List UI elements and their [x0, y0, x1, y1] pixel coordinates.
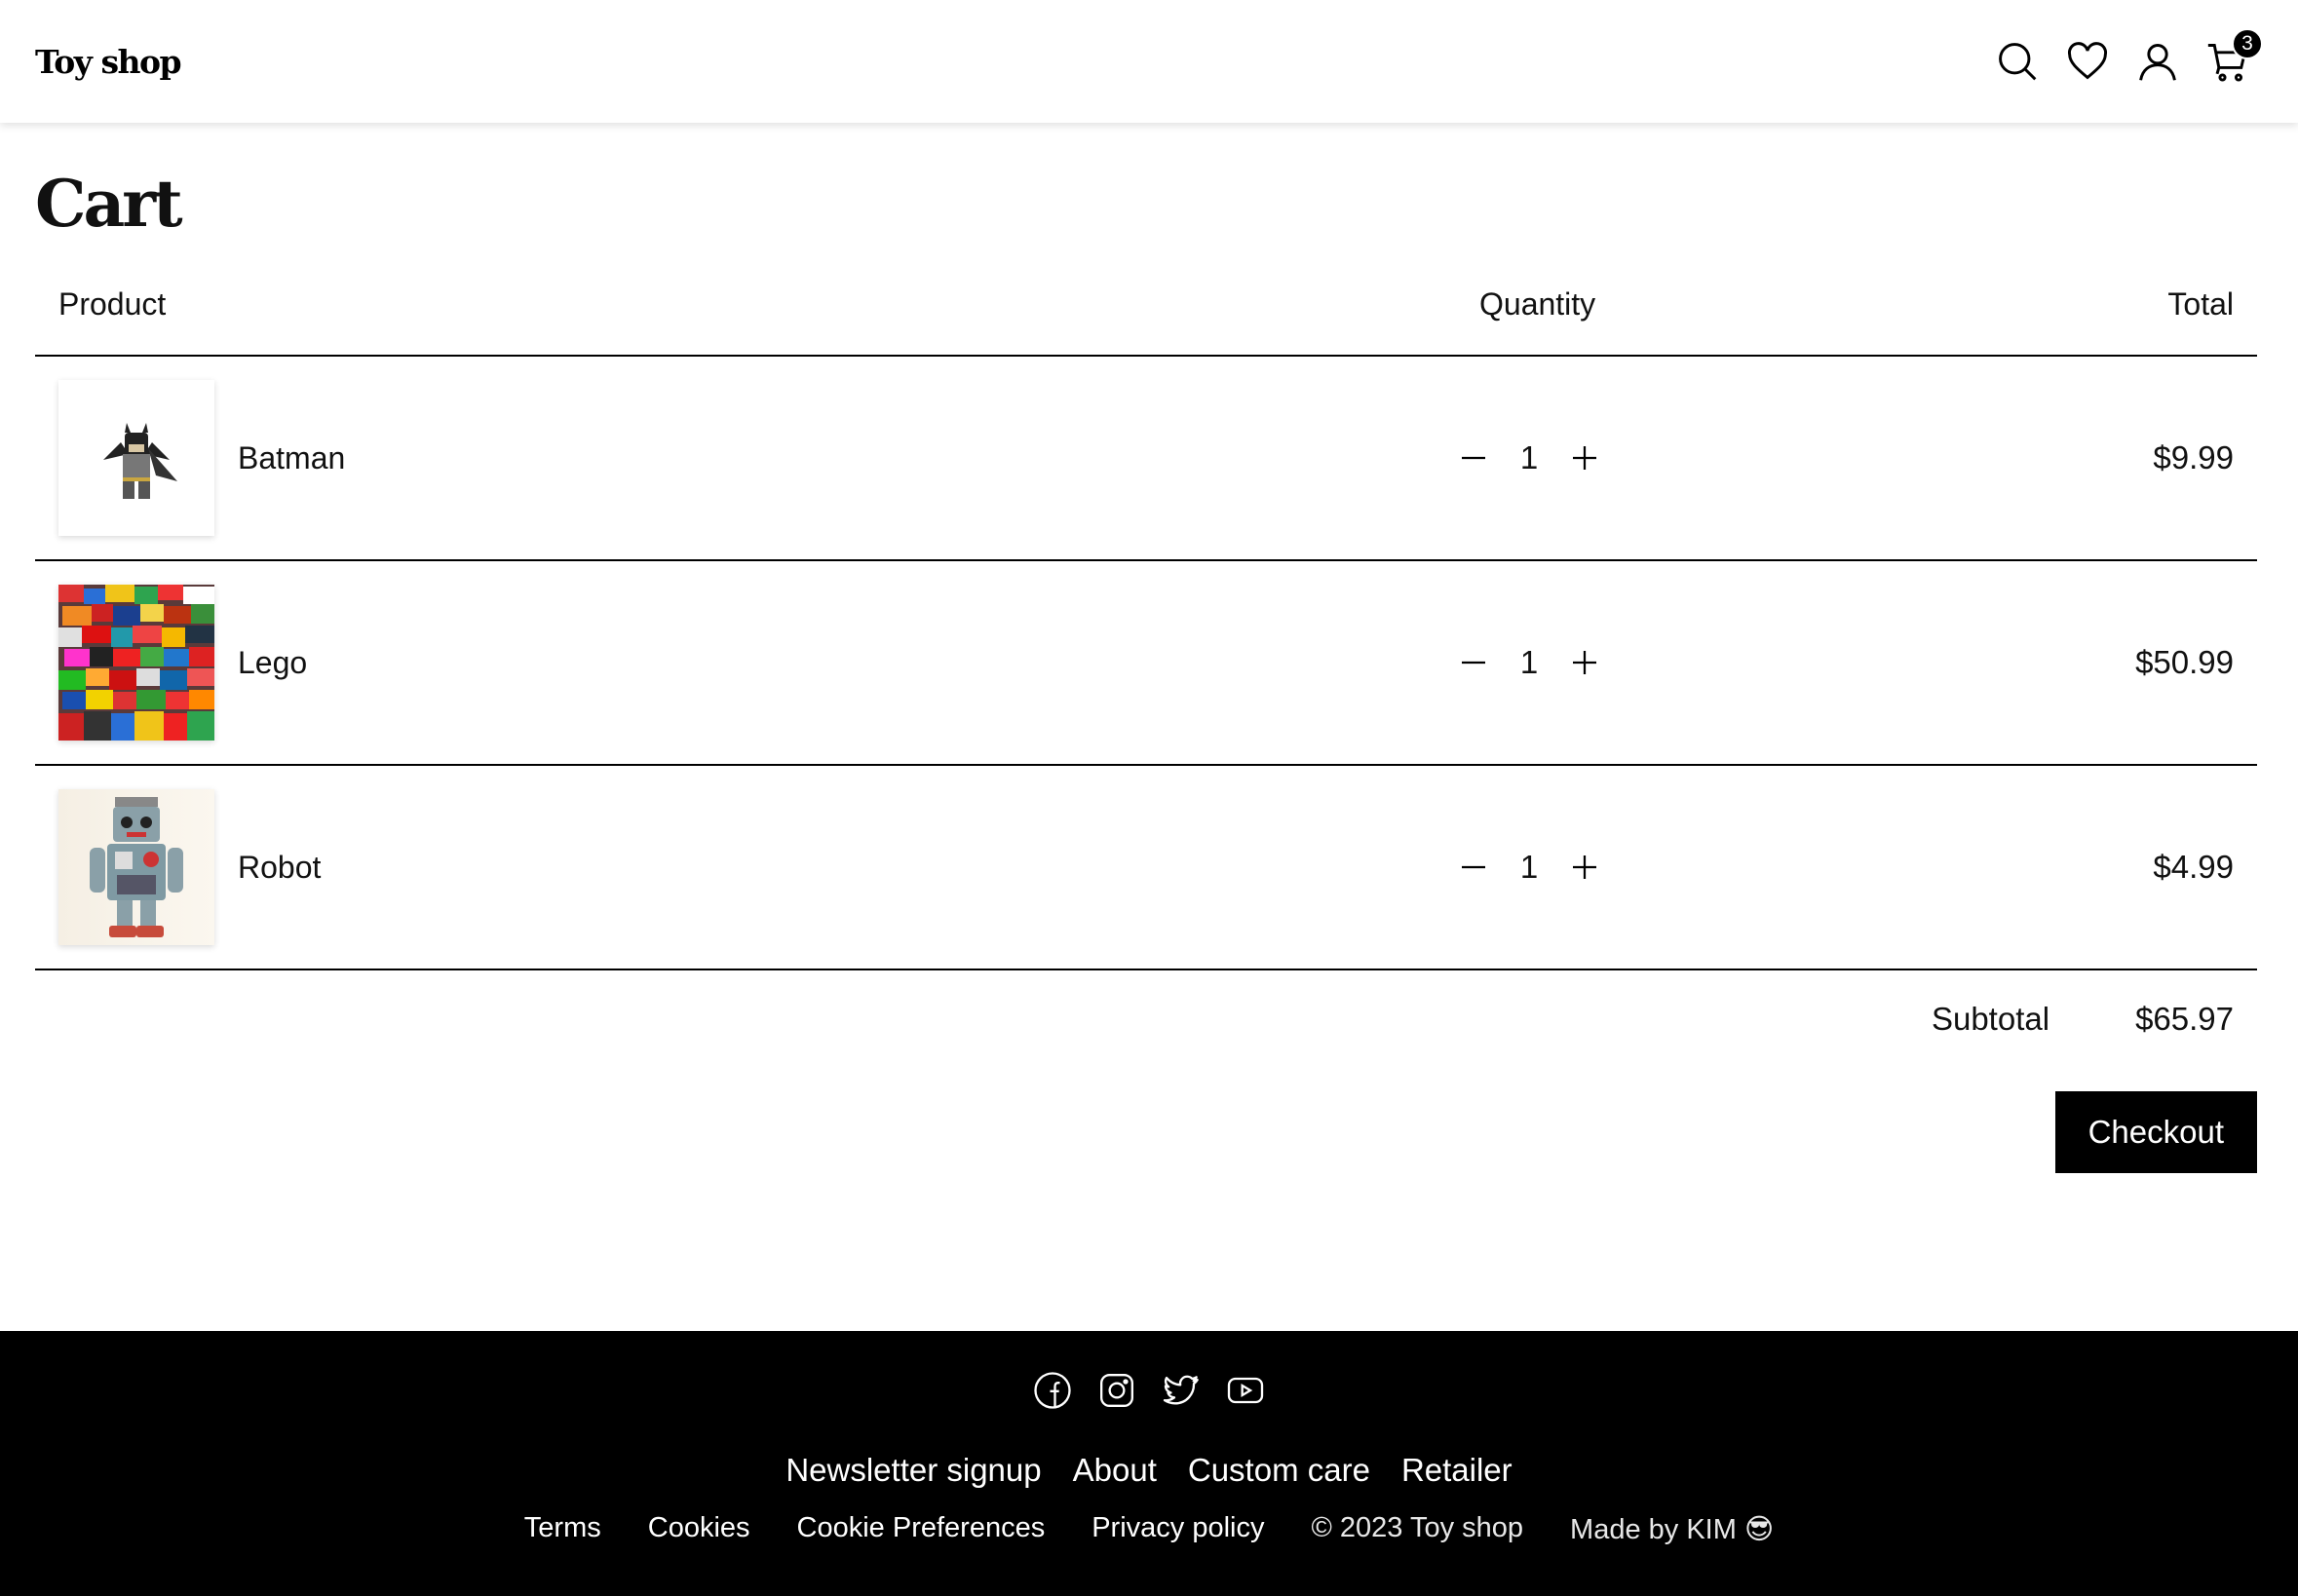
cart-row: Batman 1 $9.99 [35, 357, 2257, 561]
footer-link-about[interactable]: About [1073, 1452, 1157, 1489]
footer-link-cookie-preferences[interactable]: Cookie Preferences [797, 1512, 1046, 1546]
footer-link-custom-care[interactable]: Custom care [1188, 1452, 1370, 1489]
subtotal-label: Subtotal [1931, 1001, 2050, 1037]
twitter-icon[interactable] [1161, 1370, 1202, 1411]
footer-link-retailer[interactable]: Retailer [1401, 1452, 1513, 1489]
decrease-quantity-button[interactable] [1454, 643, 1493, 682]
robot-image[interactable] [58, 789, 214, 945]
total-column-header: Total [2167, 286, 2234, 322]
social-links [0, 1370, 2298, 1411]
copyright-text: © 2023 Toy shop [1311, 1512, 1524, 1543]
site-header: Toy shop 3 [0, 0, 2298, 123]
subtotal-summary: Subtotal $65.97 [35, 970, 2257, 1068]
site-logo[interactable]: Toy shop [35, 43, 182, 81]
search-icon[interactable] [1994, 38, 2041, 85]
increase-quantity-button[interactable] [1565, 438, 1604, 477]
product-name[interactable]: Batman [238, 440, 345, 476]
batman-image[interactable] [58, 380, 214, 536]
page-title: Cart [35, 166, 183, 242]
youtube-icon[interactable] [1225, 1370, 1266, 1411]
footer-link-newsletter[interactable]: Newsletter signup [785, 1452, 1041, 1489]
quantity-stepper: 1 [1399, 438, 1746, 477]
quantity-value: 1 [1519, 439, 1539, 475]
cart-row: Lego 1 $50.99 [35, 561, 2257, 766]
increase-quantity-button[interactable] [1565, 848, 1604, 887]
product-name[interactable]: Lego [238, 645, 307, 681]
decrease-quantity-button[interactable] [1454, 848, 1493, 887]
footer-link-cookies[interactable]: Cookies [648, 1512, 750, 1546]
quantity-column-header: Quantity [1479, 286, 1596, 322]
quantity-stepper: 1 [1399, 643, 1746, 682]
instagram-icon[interactable] [1096, 1370, 1137, 1411]
row-total: $9.99 [2153, 439, 2234, 475]
lego-image[interactable] [58, 585, 214, 741]
decrease-quantity-button[interactable] [1454, 438, 1493, 477]
site-footer: Newsletter signup About Custom care Reta… [0, 1331, 2298, 1596]
heart-icon[interactable] [2064, 38, 2111, 85]
increase-quantity-button[interactable] [1565, 643, 1604, 682]
footer-nav: Newsletter signup About Custom care Reta… [0, 1452, 2298, 1489]
facebook-icon[interactable] [1032, 1370, 1073, 1411]
subtotal-value: $65.97 [2135, 1001, 2234, 1037]
product-column-header: Product [58, 286, 167, 322]
product-name[interactable]: Robot [238, 850, 321, 886]
cart-table-header: Product Quantity Total [35, 286, 2257, 357]
row-total: $4.99 [2153, 849, 2234, 885]
quantity-stepper: 1 [1399, 848, 1746, 887]
row-total: $50.99 [2135, 644, 2234, 680]
cart-count-badge: 3 [2232, 28, 2263, 59]
cart-icon[interactable]: 3 [2204, 28, 2263, 85]
checkout-button[interactable]: Checkout [2054, 1091, 2257, 1173]
cart-page: Cart Product Quantity Total Batman 1 $9.… [35, 123, 2257, 1173]
quantity-value: 1 [1519, 849, 1539, 885]
user-icon[interactable] [2134, 38, 2181, 85]
quantity-value: 1 [1519, 644, 1539, 680]
footer-link-privacy[interactable]: Privacy policy [1092, 1512, 1264, 1546]
made-by-text: Made by KIM 😎 [1570, 1514, 1775, 1545]
header-actions: 3 [1994, 28, 2263, 85]
cart-row: Robot 1 $4.99 [35, 766, 2257, 970]
footer-legal: Terms Cookies Cookie Preferences Privacy… [0, 1512, 2298, 1546]
footer-link-terms[interactable]: Terms [524, 1512, 601, 1546]
